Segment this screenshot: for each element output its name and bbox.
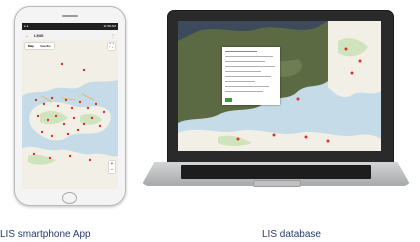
database-form-panel[interactable] — [222, 47, 280, 105]
map-pin-icon[interactable] — [90, 116, 94, 120]
form-field[interactable] — [225, 61, 265, 62]
form-submit-button[interactable] — [225, 98, 232, 102]
laptop-screen — [178, 21, 381, 151]
map-pin-icon[interactable] — [296, 97, 300, 101]
map-pin-icon[interactable] — [42, 102, 46, 106]
map-pin-icon[interactable] — [46, 118, 50, 122]
phone-speaker — [62, 15, 78, 17]
smartphone-device: ● ● 11:58 AM ← LMIS ⋮ Map Satellite ⛶ + … — [14, 6, 126, 206]
laptop-lid — [167, 10, 394, 164]
laptop-caption: LIS database — [262, 229, 321, 240]
form-field[interactable] — [225, 76, 271, 77]
map-pin-icon[interactable] — [236, 137, 240, 141]
map-pin-icon[interactable] — [50, 134, 54, 138]
app-title: LMIS — [34, 32, 44, 38]
fullscreen-icon[interactable]: ⛶ — [108, 43, 115, 50]
laptop-keyboard — [181, 165, 371, 179]
map-pin-icon[interactable] — [86, 106, 90, 110]
map-pin-icon[interactable] — [344, 47, 348, 51]
map-pin-icon[interactable] — [62, 122, 66, 126]
phone-caption: LIS smartphone App — [0, 229, 91, 240]
map-pin-icon[interactable] — [102, 110, 106, 114]
phone-map[interactable] — [22, 40, 118, 189]
map-pin-icon[interactable] — [48, 156, 52, 160]
form-heading — [225, 51, 257, 52]
form-field[interactable] — [225, 56, 273, 57]
map-pin-icon[interactable] — [76, 128, 80, 132]
map-pin-icon[interactable] — [358, 59, 362, 63]
arrow-left-icon[interactable]: ← — [25, 33, 30, 38]
map-pin-icon[interactable] — [50, 96, 54, 100]
form-field[interactable] — [225, 91, 263, 92]
map-pin-icon[interactable] — [326, 139, 330, 143]
map-pin-icon[interactable] — [82, 68, 86, 72]
map-pin-icon[interactable] — [82, 122, 86, 126]
map-type-toggle[interactable]: Map Satellite — [25, 43, 54, 49]
zoom-out-button[interactable]: − — [109, 167, 115, 173]
status-icons: ● ● — [24, 24, 29, 28]
map-pin-icon[interactable] — [272, 133, 276, 137]
map-pin-icon[interactable] — [40, 130, 44, 134]
form-field[interactable] — [225, 66, 275, 67]
form-field[interactable] — [225, 86, 269, 87]
map-pin-icon[interactable] — [68, 154, 72, 158]
map-pin-icon[interactable] — [304, 135, 308, 139]
map-pin-icon[interactable] — [70, 106, 74, 110]
map-pin-icon[interactable] — [66, 132, 70, 136]
map-pin-icon[interactable] — [64, 98, 68, 102]
more-vertical-icon[interactable]: ⋮ — [111, 33, 115, 38]
laptop-trackpad — [253, 180, 301, 187]
map-pin-icon[interactable] — [94, 102, 98, 106]
phone-home-button — [62, 192, 77, 204]
laptop-base — [141, 162, 411, 187]
map-pin-icon[interactable] — [54, 114, 58, 118]
desktop-map-land-east — [328, 21, 381, 98]
form-field[interactable] — [225, 81, 255, 82]
map-pin-icon[interactable] — [60, 62, 64, 66]
form-field[interactable] — [225, 71, 261, 72]
phone-status-bar: ● ● 11:58 AM — [22, 23, 118, 30]
map-pin-icon[interactable] — [36, 114, 40, 118]
map-pin-icon[interactable] — [34, 98, 38, 102]
map-pin-icon[interactable] — [32, 152, 36, 156]
map-pin-icon[interactable] — [56, 104, 60, 108]
status-time: 11:58 AM — [103, 24, 116, 28]
map-type-satellite[interactable]: Satellite — [37, 43, 54, 49]
map-pin-icon[interactable] — [98, 124, 102, 128]
map-pin-icon[interactable] — [88, 158, 92, 162]
map-pin-icon[interactable] — [72, 116, 76, 120]
map-pin-icon[interactable] — [78, 100, 82, 104]
map-type-map[interactable]: Map — [25, 43, 37, 49]
zoom-control[interactable]: + − — [109, 161, 115, 173]
map-pin-icon[interactable] — [350, 71, 354, 75]
phone-screen: ● ● 11:58 AM ← LMIS ⋮ Map Satellite ⛶ + … — [22, 23, 118, 189]
